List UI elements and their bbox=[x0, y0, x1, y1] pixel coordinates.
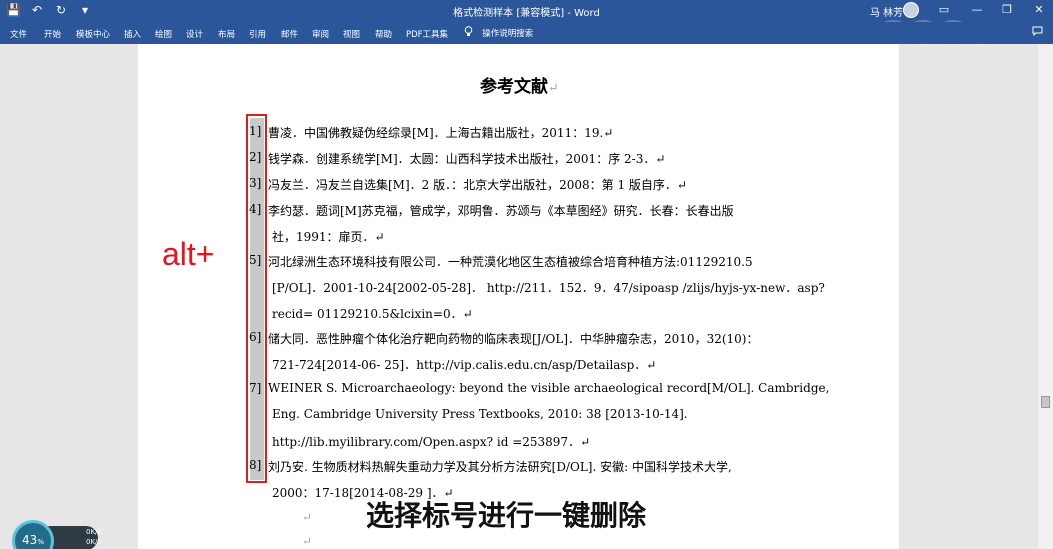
reference-line: 储大同．恶性肿瘤个体化治疗靶向药物的临床表现[J/OL]．中华肿瘤杂志，2010… bbox=[268, 332, 759, 346]
close-icon[interactable]: ✕ bbox=[1032, 3, 1046, 16]
title-bar: 💾 ↶ ↻ ▾ 格式检测样本 [兼容模式] - Word 马 林芳 ▭ — ❐ … bbox=[0, 0, 1053, 46]
empty-paragraph: ↵ bbox=[302, 534, 313, 548]
reference-line: 钱学森．创建系统学[M]．太圆：山西科学技术出版社，2001：序 2-3．↵ bbox=[268, 152, 666, 166]
reference-line: 刘乃安. 生物质材料热解失重动力学及其分析方法研究[D/OL]. 安徽: 中国科… bbox=[268, 460, 732, 474]
user-avatar[interactable] bbox=[903, 2, 919, 18]
tab-design[interactable]: 设计 bbox=[186, 28, 203, 40]
reference-line: WEINER S. Microarchaeology: beyond the v… bbox=[268, 381, 830, 395]
download-rate: 0K/s bbox=[86, 538, 102, 546]
video-caption: 选择标号进行一键删除 bbox=[366, 499, 647, 532]
empty-paragraph: ↵ bbox=[302, 510, 313, 524]
tell-me-search[interactable]: 操作说明搜索 bbox=[464, 26, 533, 39]
upload-rate: 0K/s bbox=[86, 528, 102, 536]
ribbon-tabs: 文件 开始 模板中心 插入 绘图 设计 布局 引用 邮件 审阅 视图 帮助 PD… bbox=[0, 22, 1053, 44]
tab-insert[interactable]: 插入 bbox=[124, 28, 141, 40]
reference-line: recid= 01129210.5&lcixin=0．↵ bbox=[272, 307, 473, 321]
lightbulb-icon bbox=[464, 26, 473, 36]
performance-widget[interactable]: 43% 0K/s 0K/s bbox=[12, 520, 102, 549]
tab-layout[interactable]: 布局 bbox=[218, 28, 235, 40]
minimize-icon[interactable]: — bbox=[970, 3, 984, 16]
reference-line: 721-724[2014-06- 25]．http://vip.calis.ed… bbox=[272, 358, 657, 372]
reference-line: 河北绿洲生态环境科技有限公司．一种荒漠化地区生态植被综合培育种植方法:01129… bbox=[268, 255, 753, 269]
user-name[interactable]: 马 林芳 bbox=[870, 4, 903, 19]
vertical-scrollbar[interactable] bbox=[1038, 44, 1053, 549]
comment-icon[interactable] bbox=[1032, 26, 1043, 39]
paragraph-mark: ↵ bbox=[548, 81, 559, 96]
usage-percent-unit: % bbox=[37, 538, 44, 546]
tell-me-label: 操作说明搜索 bbox=[482, 29, 534, 39]
scrollbar-thumb[interactable] bbox=[1041, 396, 1050, 408]
shortcut-annotation: alt+ bbox=[162, 236, 215, 272]
tab-view[interactable]: 视图 bbox=[343, 28, 360, 40]
tab-template-center[interactable]: 模板中心 bbox=[76, 28, 110, 40]
usage-gauge: 43% bbox=[12, 520, 54, 549]
restore-icon[interactable]: ❐ bbox=[1000, 3, 1014, 16]
tab-home[interactable]: 开始 bbox=[44, 28, 61, 40]
document-heading: 参考文献↵ bbox=[480, 72, 559, 97]
reference-line: 冯友兰．冯友兰自选集[M]．2 版．：北京大学出版社，2008：第 1 版自序．… bbox=[268, 178, 687, 192]
reference-line: 李约瑟．题词[M]苏克福，管成学，邓明鲁．苏颂与《本草图经》研究．长春：长春出版 bbox=[268, 204, 734, 218]
selection-annotation-box bbox=[246, 114, 267, 483]
tab-references[interactable]: 引用 bbox=[249, 28, 266, 40]
tab-draw[interactable]: 绘图 bbox=[155, 28, 172, 40]
reference-line: http://lib.myilibrary.com/Open.aspx? id … bbox=[272, 435, 591, 449]
heading-text: 参考文献 bbox=[480, 77, 548, 97]
reference-line: Eng. Cambridge University Press Textbook… bbox=[272, 407, 688, 421]
reference-line: 曹凌．中国佛教疑伪经综录[M]．上海古籍出版社，2011：19.↵ bbox=[268, 126, 614, 140]
tab-mailings[interactable]: 邮件 bbox=[281, 28, 298, 40]
reference-line: 社，1991：扉页．↵ bbox=[272, 230, 385, 244]
tab-file[interactable]: 文件 bbox=[10, 28, 27, 40]
tab-review[interactable]: 审阅 bbox=[312, 28, 329, 40]
usage-percent: 43 bbox=[22, 533, 38, 547]
tab-pdf-tools[interactable]: PDF工具集 bbox=[406, 28, 448, 40]
ribbon-display-icon[interactable]: ▭ bbox=[937, 3, 951, 16]
reference-line: [P/OL]．2001-10-24[2002-05-28]． http://21… bbox=[272, 281, 825, 295]
tab-help[interactable]: 帮助 bbox=[375, 28, 392, 40]
